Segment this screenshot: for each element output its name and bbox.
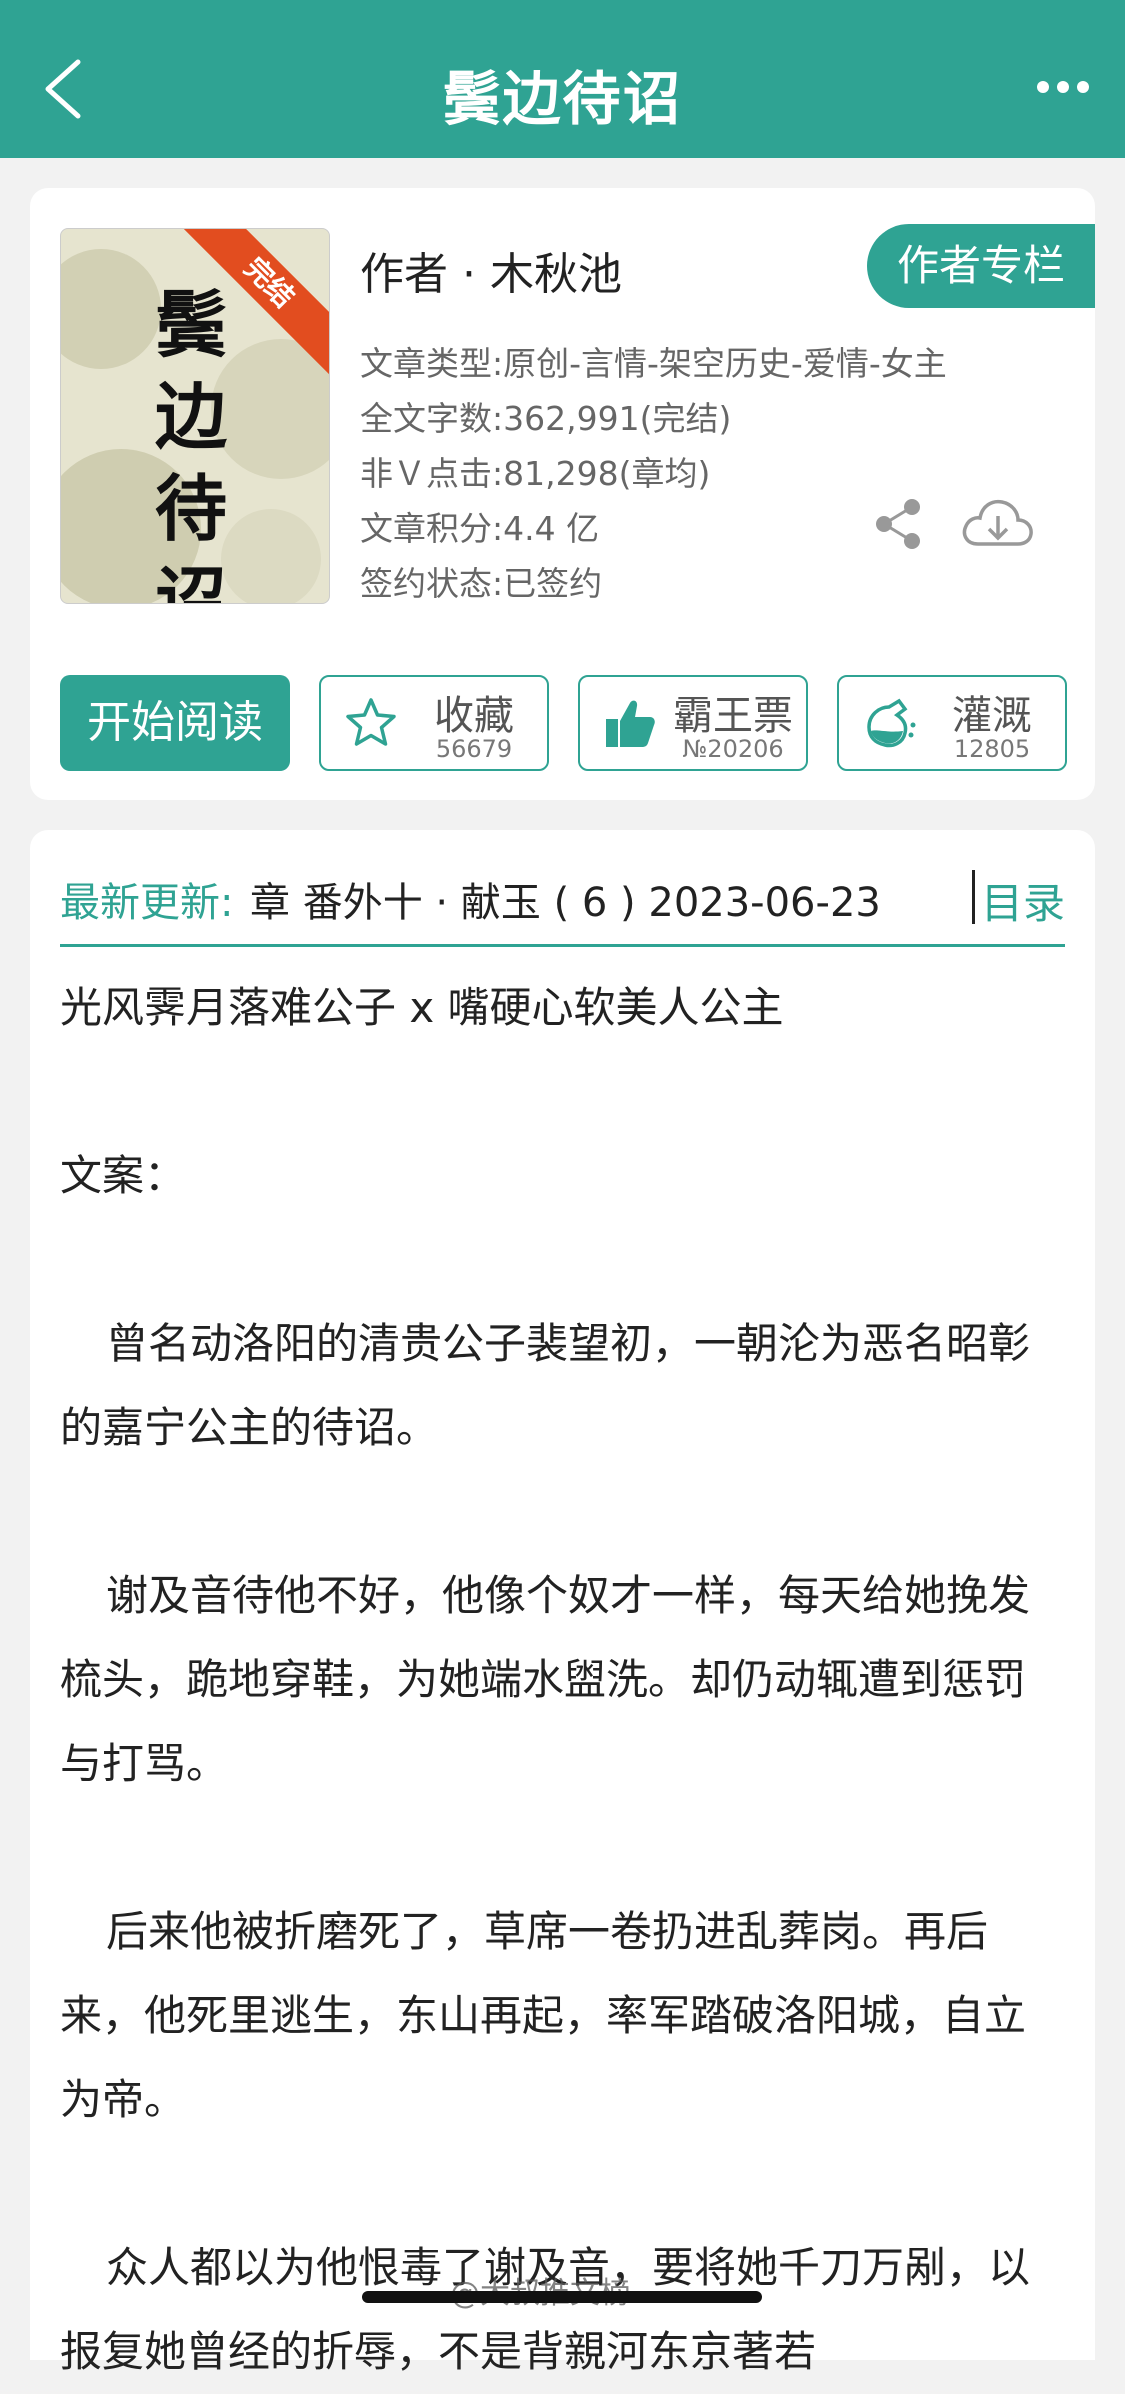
page-title: 鬓边待诏 <box>442 65 683 133</box>
home-indicator[interactable] <box>362 2291 762 2303</box>
star-icon <box>346 698 396 746</box>
top-bar: 鬓边待诏 <box>0 0 1125 158</box>
meta-score: 文章积分:4.4 亿 <box>360 509 600 548</box>
meta-type: 文章类型:原创-言情-架空历史-爱情-女主 <box>360 344 947 383</box>
meta-clicks: 非Ｖ点击:81,298(章均) <box>360 454 711 493</box>
start-reading-button[interactable]: 开始阅读 <box>60 675 290 771</box>
author-column-button[interactable]: 作者专栏 <box>867 224 1095 308</box>
favorite-count: 56679 <box>435 735 513 763</box>
irrigate-button[interactable]: 灌溉 12805 <box>837 675 1067 771</box>
author-name[interactable]: 作者 · 木秋池 <box>360 238 622 302</box>
book-cover[interactable]: 鬓边待诏 完结 <box>60 228 330 604</box>
meta-word-count: 全文字数:362,991(完结) <box>360 399 732 438</box>
bawangpiao-count: №20206 <box>682 735 784 763</box>
more-button[interactable] <box>1035 78 1091 98</box>
favorite-label: 收藏 <box>434 693 514 739</box>
latest-update-text[interactable]: 章 番外十 · 献玉 ( 6 ) 2023-06-23 <box>250 870 936 928</box>
bawangpiao-button[interactable]: 霸王票 №20206 <box>578 675 808 771</box>
cover-title: 鬓边待诏 <box>154 282 227 604</box>
intro-heading: 文案： <box>60 1151 187 1200</box>
book-meta: 文章类型:原创-言情-架空历史-爱情-女主 全文字数:362,991(完结) 非… <box>360 336 947 611</box>
intro-paragraph: 谢及音待他不好，他像个奴才一样，每天给她挽发梳头，跪地穿鞋，为她端水盥洗。却仍动… <box>60 1571 1031 1788</box>
share-icon[interactable] <box>874 498 922 550</box>
watermark: @大叔推文榜 <box>450 2268 630 2312</box>
update-underline <box>60 944 1065 947</box>
favorite-button[interactable]: 收藏 56679 <box>319 675 549 771</box>
intro-tagline: 光风霁月落难公子 x 嘴硬心软美人公主 <box>60 983 784 1032</box>
bawangpiao-label: 霸王票 <box>673 693 793 739</box>
catalog-button[interactable]: 目录 <box>981 870 1065 931</box>
divider <box>972 870 975 924</box>
cloud-download-icon[interactable] <box>960 496 1034 552</box>
intro-paragraph: 曾名动洛阳的清贵公子裴望初，一朝沦为恶名昭彰的嘉宁公主的待诏。 <box>60 1319 1031 1452</box>
latest-update-label: 最新更新: <box>60 880 234 926</box>
meta-contract: 签约状态:已签约 <box>360 564 603 603</box>
book-info-card: 鬓边待诏 完结 作者 · 木秋池 作者专栏 文章类型:原创-言情-架空历史-爱情… <box>30 188 1095 800</box>
latest-update-row[interactable]: 最新更新: 章 番外十 · 献玉 ( 6 ) 2023-06-23 目录 <box>60 860 1065 938</box>
watering-flask-icon <box>867 698 916 748</box>
book-intro: 光风霁月落难公子 x 嘴硬心软美人公主 文案： 曾名动洛阳的清贵公子裴望初，一朝… <box>60 966 1065 2394</box>
thumbs-up-icon <box>606 700 655 747</box>
irrigate-count: 12805 <box>953 735 1031 763</box>
irrigate-label: 灌溉 <box>952 693 1032 739</box>
intro-paragraph: 后来他被折磨死了，草席一卷扔进乱葬岗。再后来，他死里逃生，东山再起，率军踏破洛阳… <box>60 1907 1027 2124</box>
more-dots-icon <box>1037 81 1049 93</box>
content-card: 最新更新: 章 番外十 · 献玉 ( 6 ) 2023-06-23 目录 光风霁… <box>30 830 1095 2376</box>
